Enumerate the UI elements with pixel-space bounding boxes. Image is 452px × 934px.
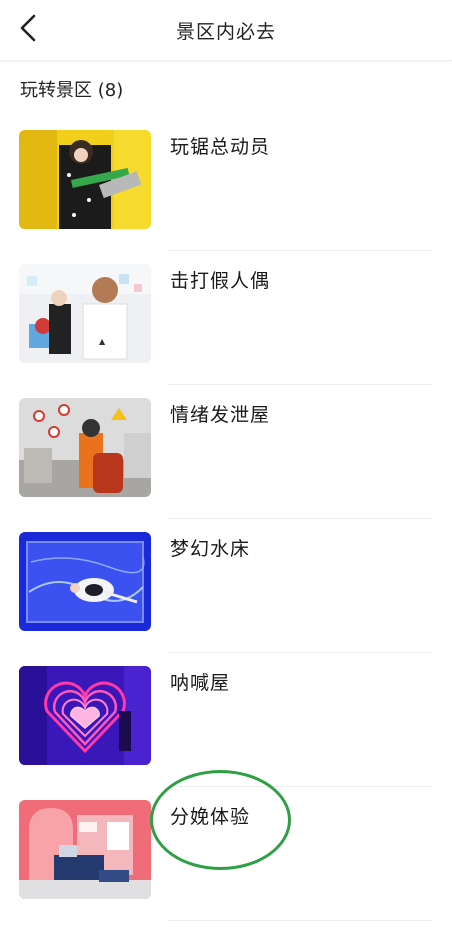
list-item[interactable]: 呐喊屋 <box>0 666 452 800</box>
svg-text:▲: ▲ <box>99 337 106 346</box>
divider <box>168 250 432 251</box>
attraction-thumbnail <box>19 800 151 899</box>
attraction-thumbnail: ▲ <box>19 264 151 363</box>
divider <box>168 786 432 787</box>
page-title: 景区内必去 <box>175 21 276 43</box>
attraction-title: 梦幻水床 <box>170 538 251 560</box>
divider <box>168 518 432 519</box>
attraction-title: 击打假人偶 <box>170 270 271 292</box>
divider <box>168 384 432 385</box>
list-item[interactable]: 梦幻水床 <box>0 532 452 666</box>
attraction-title: 呐喊屋 <box>170 672 231 694</box>
divider <box>168 920 432 921</box>
attraction-thumbnail <box>19 398 151 497</box>
divider <box>168 652 432 653</box>
list-item[interactable]: ▲ 击打假人偶 <box>0 264 452 398</box>
list-item[interactable]: 情绪发泄屋 <box>0 398 452 532</box>
list-item[interactable]: 玩锯总动员 <box>0 130 452 264</box>
attraction-title: 情绪发泄屋 <box>170 404 271 426</box>
top-nav-bar: 景区内必去 <box>0 0 452 61</box>
attraction-list: 玩锯总动员 ▲ 击打假人偶 情绪发泄屋 梦幻水床 呐喊屋 分娩体验 <box>0 130 452 934</box>
attraction-thumbnail <box>19 532 151 631</box>
section-title: 玩转景区 (8) <box>20 80 124 101</box>
attraction-thumbnail <box>19 666 151 765</box>
list-item[interactable]: 分娩体验 <box>0 800 452 934</box>
attraction-thumbnail <box>19 130 151 229</box>
attraction-title: 分娩体验 <box>170 806 251 828</box>
attraction-title: 玩锯总动员 <box>170 136 271 158</box>
